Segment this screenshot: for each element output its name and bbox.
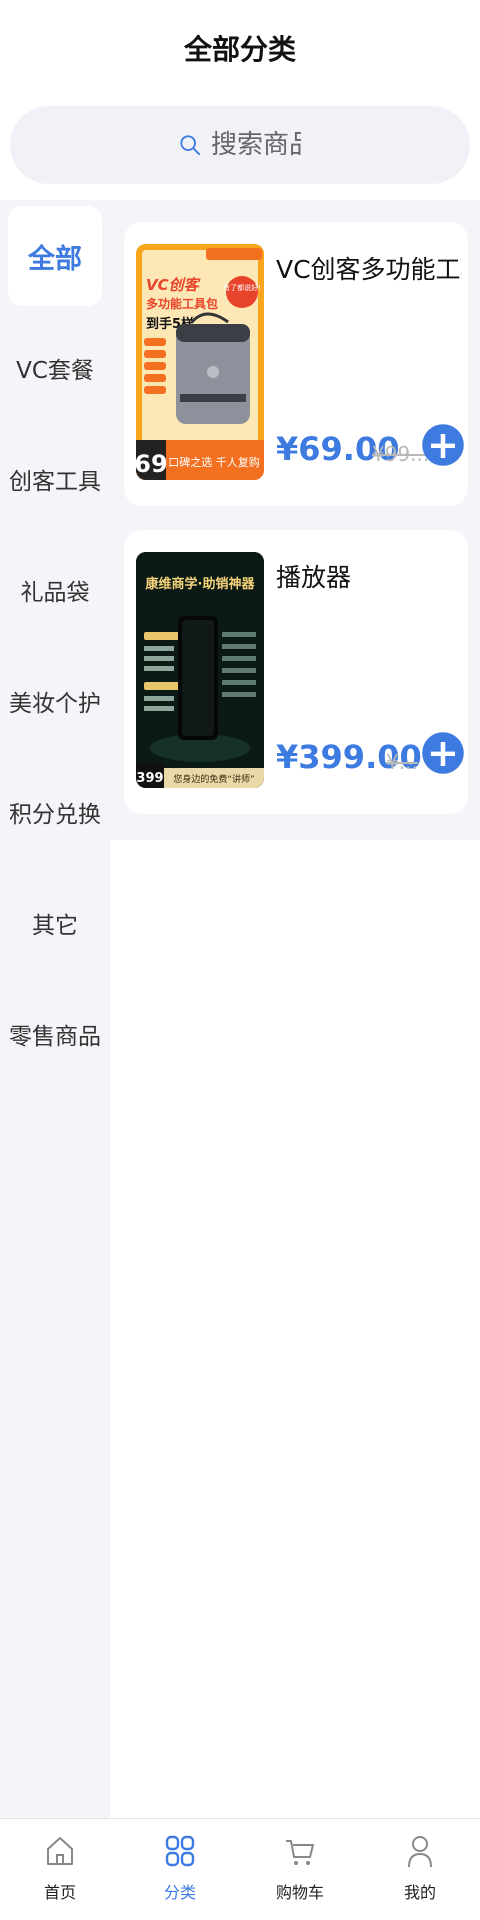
sidebar-item-label: 积分兑换 xyxy=(9,802,101,828)
tab-home[interactable]: 首页 xyxy=(0,1819,120,1919)
product-list: 有了都说好! VC创客 多功能工具包 到手5样 69 口碑之选 千人复购 VC创… xyxy=(110,200,480,840)
image-price: 69 xyxy=(136,450,168,478)
product-original-price: ¥... xyxy=(386,750,418,774)
player-device-image: 康维商学·助销神器 399 您身边的免费“讲师” xyxy=(136,552,264,788)
cart-icon xyxy=(286,1840,314,1865)
tab-category[interactable]: 分类 xyxy=(120,1819,240,1919)
category-sidebar: 全部 VC套餐 创客工具 礼品袋 美妆个护 积分兑换 其它 零售商品 xyxy=(0,200,110,1818)
image-footer: 您身边的免费“讲师” xyxy=(173,773,254,785)
sidebar-item-maker-tools[interactable]: 创客工具 xyxy=(8,429,102,529)
tab-cart[interactable]: 购物车 xyxy=(240,1819,360,1919)
image-headline-2: 多功能工具包 xyxy=(146,296,218,311)
bottom-tab-bar: 首页 分类 购物车 我的 xyxy=(0,1818,480,1920)
tab-label: 我的 xyxy=(403,1883,436,1902)
sidebar-item-gift-bags[interactable]: 礼品袋 xyxy=(8,540,102,640)
search-input[interactable] xyxy=(211,130,301,160)
product-title[interactable]: VC创客多功能工具包 xyxy=(276,250,462,286)
product-image[interactable]: 康维商学·助销神器 399 您身边的免费“讲师” xyxy=(136,552,264,788)
product-image[interactable]: 有了都说好! VC创客 多功能工具包 到手5样 69 口碑之选 千人复购 xyxy=(136,244,264,480)
add-to-cart-button[interactable]: + xyxy=(422,424,464,466)
sidebar-item-label: 全部 xyxy=(28,243,82,275)
sidebar-item-retail[interactable]: 零售商品 xyxy=(8,984,102,1084)
page-title: 全部分类 xyxy=(183,33,296,66)
sidebar-item-label: 创客工具 xyxy=(9,469,101,495)
sidebar-item-all[interactable]: 全部 xyxy=(8,206,102,306)
home-icon xyxy=(47,1837,73,1865)
sidebar-item-label: 零售商品 xyxy=(9,1024,101,1050)
search-bar[interactable] xyxy=(10,106,470,184)
grid-icon xyxy=(165,1835,195,1867)
tab-profile[interactable]: 我的 xyxy=(360,1819,480,1919)
sidebar-item-beauty-care[interactable]: 美妆个护 xyxy=(8,651,102,751)
product-original-price: ¥99... xyxy=(372,442,430,466)
image-footer: 口碑之选 千人复购 xyxy=(168,455,260,469)
image-headline-1: VC创客 xyxy=(146,276,202,294)
sidebar-item-label: 其它 xyxy=(32,913,78,939)
sidebar-item-other[interactable]: 其它 xyxy=(8,873,102,973)
tab-label: 首页 xyxy=(43,1883,76,1902)
product-card[interactable]: 有了都说好! VC创客 多功能工具包 到手5样 69 口碑之选 千人复购 VC创… xyxy=(124,222,468,506)
image-headline: 康维商学·助销神器 xyxy=(146,576,256,592)
product-card[interactable]: 康维商学·助销神器 399 您身边的免费“讲师” 播放器 ¥399.00 ¥..… xyxy=(124,530,468,814)
badge-text: 有了都说好! xyxy=(223,283,261,292)
tab-label: 购物车 xyxy=(275,1883,324,1902)
sidebar-item-label: 美妆个护 xyxy=(9,691,101,717)
tab-label: 分类 xyxy=(163,1883,196,1902)
sidebar-item-label: VC套餐 xyxy=(16,358,94,384)
image-price: 399 xyxy=(136,771,163,786)
sidebar-item-vc-package[interactable]: VC套餐 xyxy=(8,318,102,418)
user-icon xyxy=(408,1836,432,1868)
page-header: 全部分类 xyxy=(0,0,480,96)
tool-bag-image: 有了都说好! VC创客 多功能工具包 到手5样 69 口碑之选 千人复购 xyxy=(136,244,264,480)
add-to-cart-button[interactable]: + xyxy=(422,732,464,774)
sidebar-item-label: 礼品袋 xyxy=(20,580,90,606)
search-icon xyxy=(180,135,201,156)
sidebar-item-points-exchange[interactable]: 积分兑换 xyxy=(8,762,102,862)
product-title[interactable]: 播放器 xyxy=(276,558,462,594)
